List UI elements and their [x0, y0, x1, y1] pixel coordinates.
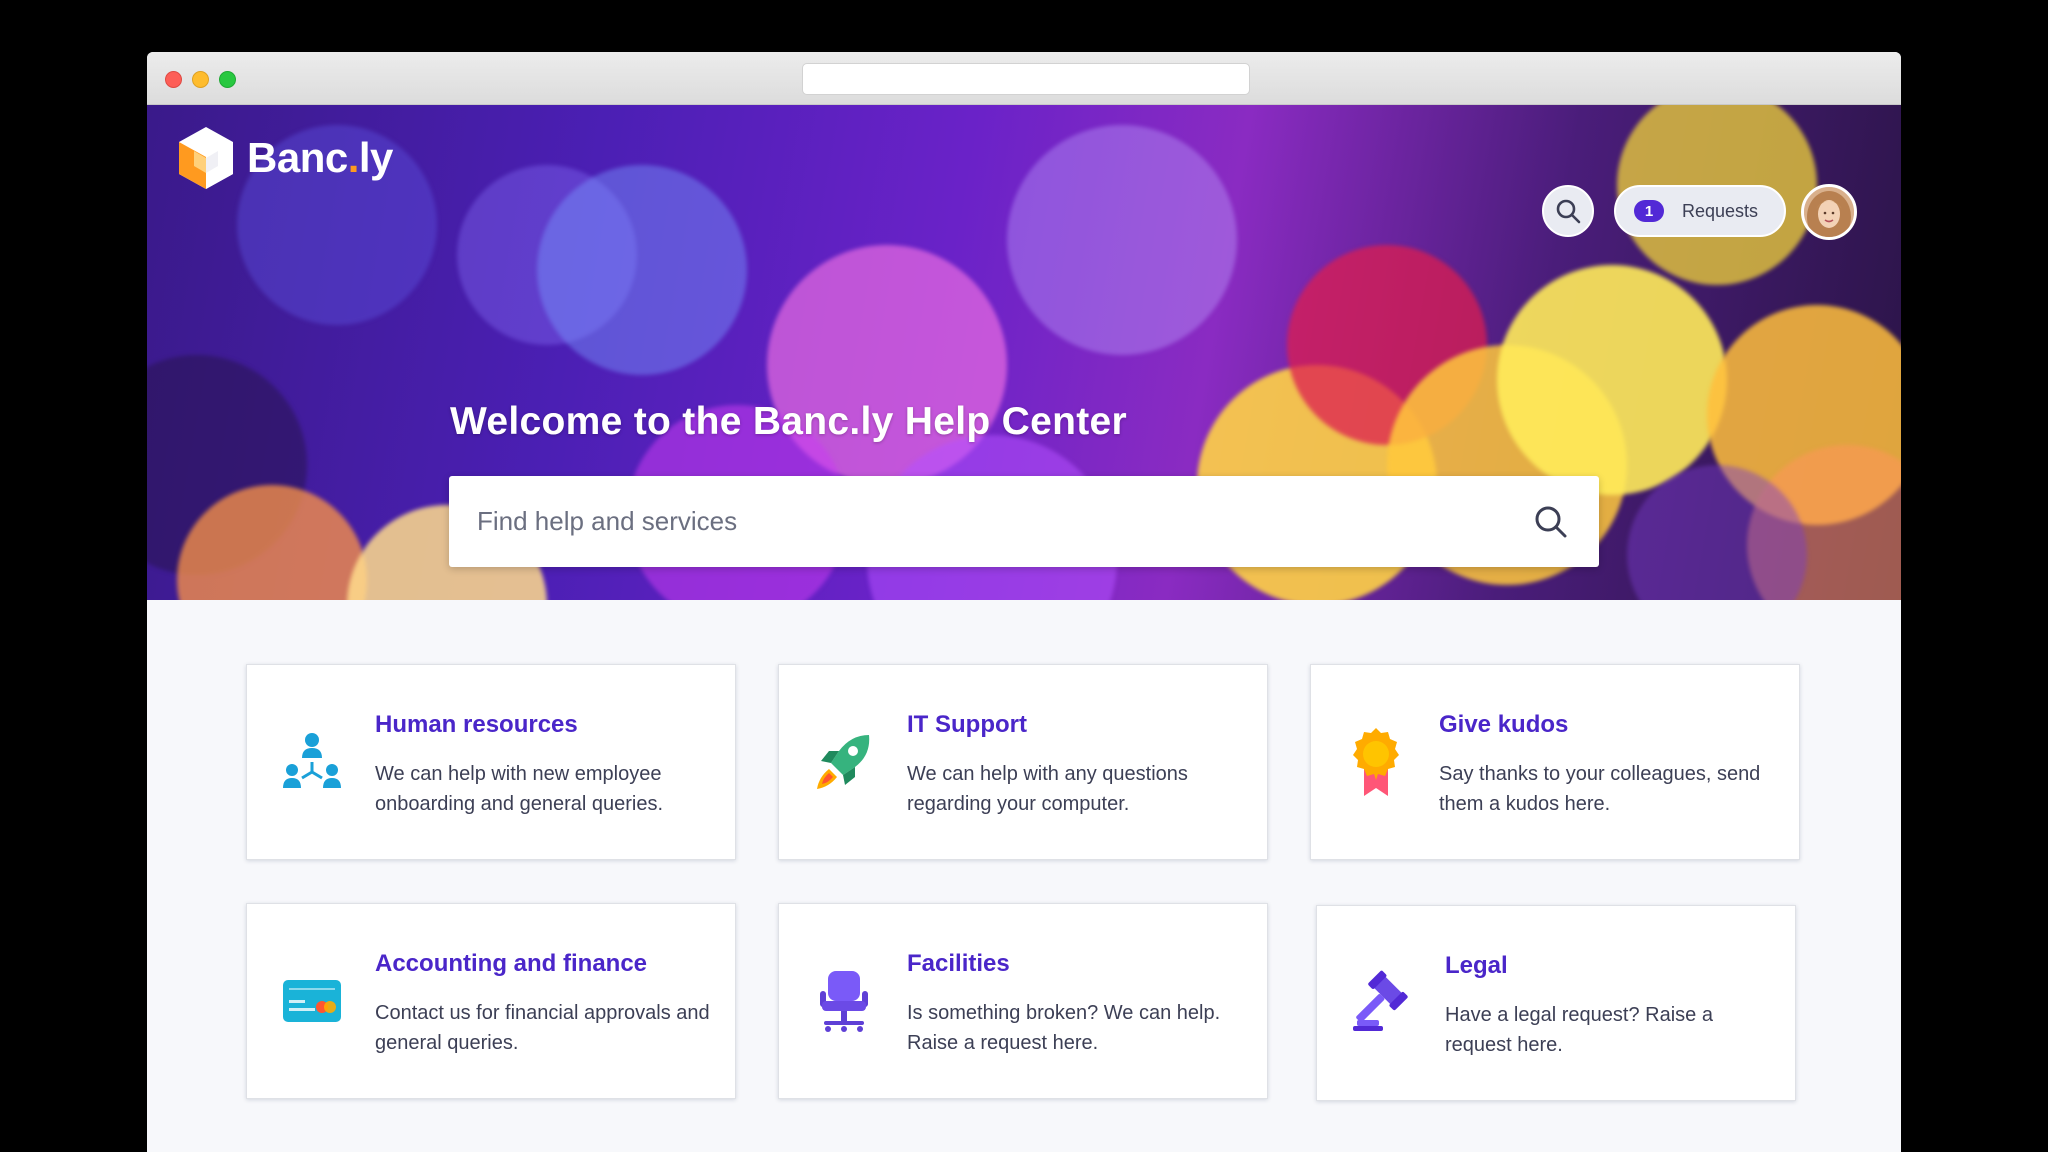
hero-banner: Banc.ly 1 Requests Welcome to the Banc.l… [147, 105, 1901, 600]
card-description: Contact us for financial approvals and g… [375, 1002, 710, 1054]
credit-card-icon [277, 966, 347, 1036]
brand-logo[interactable]: Banc.ly [177, 125, 393, 191]
requests-count-badge: 1 [1634, 200, 1664, 222]
requests-button[interactable]: 1 Requests [1614, 185, 1786, 237]
logo-cube-icon [179, 127, 233, 189]
maximize-window-button[interactable] [219, 71, 236, 88]
card-description: Is something broken? We can help. Raise … [907, 1002, 1221, 1054]
gavel-icon [1347, 968, 1417, 1038]
help-search-button[interactable] [1531, 502, 1571, 542]
card-title: Facilities [907, 950, 1010, 977]
office-chair-icon [809, 966, 879, 1036]
card-description: We can help with any questions regarding… [907, 763, 1188, 815]
close-window-button[interactable] [165, 71, 182, 88]
browser-titlebar [147, 52, 1901, 105]
card-title: IT Support [907, 711, 1027, 738]
address-bar[interactable] [802, 63, 1250, 95]
bokeh-light [1007, 125, 1237, 355]
card-give-kudos[interactable]: Give kudos Say thanks to your colleagues… [1310, 664, 1800, 860]
card-accounting-finance[interactable]: Accounting and finance Contact us for fi… [246, 903, 736, 1099]
card-legal[interactable]: Legal Have a legal request? Raise a requ… [1316, 905, 1796, 1101]
card-title: Accounting and finance [375, 950, 648, 977]
card-description: We can help with new employee onboarding… [375, 763, 663, 815]
user-portrait-icon [1804, 187, 1854, 237]
rocket-icon [809, 727, 879, 797]
award-ribbon-icon [1341, 727, 1411, 797]
minimize-window-button[interactable] [192, 71, 209, 88]
browser-window: Banc.ly 1 Requests Welcome to the Banc.l… [147, 52, 1901, 1152]
header-search-button[interactable] [1542, 185, 1594, 237]
card-description: Have a legal request? Raise a request he… [1445, 1004, 1713, 1056]
card-facilities[interactable]: Facilities Is something broken? We can h… [778, 903, 1268, 1099]
card-title: Human resources [375, 711, 578, 738]
card-human-resources[interactable]: Human resources We can help with new emp… [246, 664, 736, 860]
people-network-icon [277, 727, 347, 797]
search-icon [1556, 199, 1581, 224]
hero-title: Welcome to the Banc.ly Help Center [450, 400, 1127, 443]
user-avatar[interactable] [1801, 184, 1857, 240]
help-search-box[interactable] [449, 476, 1599, 567]
card-it-support[interactable]: IT Support We can help with any question… [778, 664, 1268, 860]
card-title: Legal [1445, 952, 1508, 979]
requests-label: Requests [1682, 200, 1759, 221]
brand-name: Banc.ly [247, 134, 393, 181]
bokeh-light [537, 165, 747, 375]
bokeh-light [1497, 265, 1727, 495]
card-title: Give kudos [1439, 711, 1569, 738]
card-description: Say thanks to your colleagues, send them… [1439, 763, 1761, 815]
search-icon [1535, 506, 1567, 537]
help-search-input[interactable] [475, 490, 1531, 553]
